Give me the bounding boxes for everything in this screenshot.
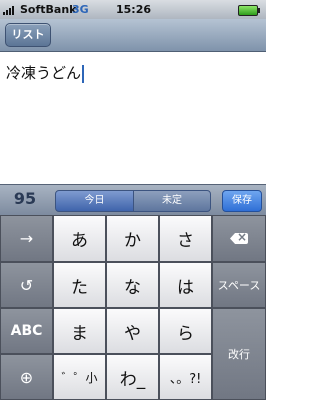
network-type: 3G: [72, 3, 89, 16]
abc-key-label: ABC: [10, 323, 43, 339]
delete-icon: [230, 233, 248, 244]
battery-icon: [238, 5, 260, 16]
kana-key-na[interactable]: な: [106, 262, 159, 308]
japanese-keyboard: → ↺ ABC ⊕ あ か さ た な は スペース ま や ら 改行 ゛゜小 …: [0, 215, 266, 400]
text-caret: [82, 64, 85, 83]
character-count: 95: [13, 189, 37, 208]
kana-key-ra[interactable]: ら: [159, 308, 212, 354]
return-key-label: 改行: [228, 348, 250, 361]
delete-key[interactable]: [212, 215, 266, 262]
globe-icon: ⊕: [19, 367, 34, 387]
note-text-line: 冷凍うどん: [6, 62, 85, 83]
kana-key-ya[interactable]: や: [106, 308, 159, 354]
kana-key-ta[interactable]: た: [53, 262, 106, 308]
abc-key[interactable]: ABC: [0, 308, 53, 354]
kana-key-ka[interactable]: か: [106, 215, 159, 262]
punctuation-key[interactable]: 、。?!: [159, 354, 212, 400]
globe-key[interactable]: ⊕: [0, 354, 53, 400]
save-button[interactable]: 保存: [222, 190, 262, 212]
space-key[interactable]: スペース: [212, 262, 266, 308]
status-time: 15:26: [116, 3, 152, 16]
note-text-area[interactable]: 冷凍うどん: [0, 52, 266, 184]
segment-today[interactable]: 今日: [55, 190, 134, 212]
list-back-button[interactable]: リスト: [5, 23, 51, 47]
next-candidate-key[interactable]: →: [0, 215, 53, 262]
status-bar: SoftBank 3G 15:26: [0, 0, 266, 19]
undo-icon: ↺: [19, 275, 34, 295]
segment-undecided[interactable]: 未定: [133, 190, 211, 212]
kana-key-ha[interactable]: は: [159, 262, 212, 308]
kana-key-a[interactable]: あ: [53, 215, 106, 262]
signal-strength-icon: [3, 5, 17, 15]
return-key[interactable]: 改行: [212, 308, 266, 400]
candidate-bar: 95 今日 未定 保存: [0, 184, 266, 217]
space-key-label: スペース: [217, 279, 261, 292]
navigation-bar: リスト: [0, 19, 266, 52]
dakuten-small-key[interactable]: ゛゜小: [53, 354, 106, 400]
kana-key-wa[interactable]: わ_: [106, 354, 159, 400]
carrier-name: SoftBank: [20, 3, 77, 16]
kana-key-sa[interactable]: さ: [159, 215, 212, 262]
note-text: 冷凍うどん: [6, 64, 82, 82]
arrow-right-icon: →: [19, 229, 34, 248]
undo-key[interactable]: ↺: [0, 262, 53, 308]
kana-key-ma[interactable]: ま: [53, 308, 106, 354]
